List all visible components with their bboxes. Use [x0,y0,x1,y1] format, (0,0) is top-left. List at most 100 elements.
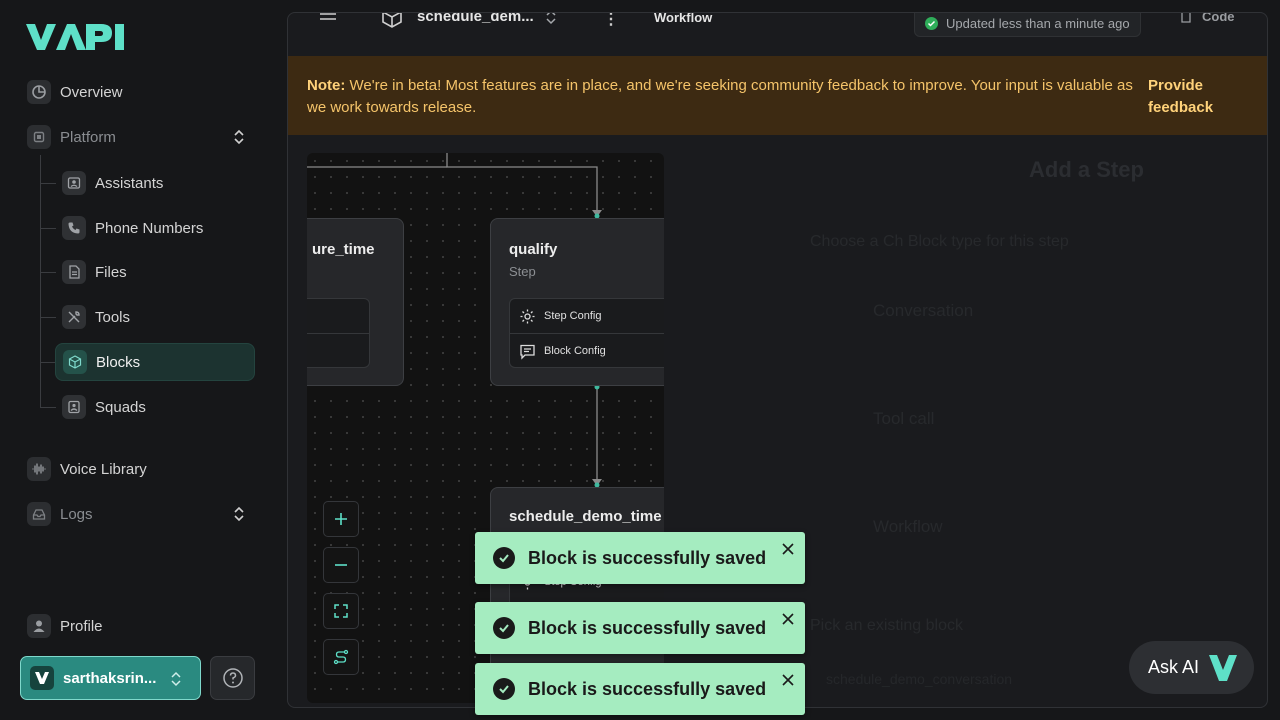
fit-view-button[interactable] [323,593,359,629]
ask-ai-label: Ask AI [1148,657,1200,677]
nav-profile-label: Profile [60,617,103,635]
beta-banner: Note: We're in beta! Most features are i… [288,56,1267,135]
step-config-row[interactable]: Step Config [510,299,664,333]
option-workflow[interactable]: Workflow [873,517,943,537]
tree-line [40,155,41,407]
close-icon[interactable] [782,543,794,555]
node-title: qualify [509,241,558,258]
code-button[interactable]: Code [1179,12,1235,24]
nav-voice-library[interactable]: Voice Library [27,454,147,484]
cube-icon [63,350,87,374]
workflow-tab[interactable]: Workflow [654,13,712,25]
sidebar-item-files[interactable]: Files [62,257,127,287]
tree-branch [40,272,56,273]
step-config-label: Step Config [544,310,602,322]
menu-icon[interactable] [319,12,337,21]
org-name: sarthaksrin... [63,669,157,687]
nav-logs[interactable]: Logs [27,499,93,529]
tree-branch [40,407,56,408]
sidebar-item-label: Blocks [96,353,141,371]
config-box [307,298,370,368]
sidebar-item-phone-numbers[interactable]: Phone Numbers [62,213,203,243]
existing-block-label: Pick an existing block [810,617,963,634]
more-vertical-icon[interactable]: ⋮ [603,13,619,29]
chart-pie-icon [27,80,51,104]
cube-icon [382,13,402,28]
sidebar-item-squads[interactable]: Squads [62,392,146,422]
code-label: Code [1202,12,1235,24]
close-icon[interactable] [782,674,794,686]
block-name[interactable]: schedule_dem... [417,13,534,25]
route-icon [333,649,349,665]
sidebar-item-label: Squads [95,398,146,416]
gear-icon [520,309,535,323]
option-tool-call[interactable]: Tool call [873,409,934,429]
plus-icon [335,513,347,525]
sidebar: Overview Platform Assistants Phone Numbe… [0,0,287,720]
sidebar-item-blocks[interactable]: Blocks [55,343,255,381]
zoom-in-button[interactable] [323,501,359,537]
chip-icon [27,125,51,149]
help-button[interactable] [210,656,255,700]
auto-layout-button[interactable] [323,639,359,675]
check-circle-icon [925,16,938,30]
vapi-mark-icon [30,666,54,690]
add-step-subtitle: Choose a Ch Block type for this step [810,233,1069,250]
save-status-text: Updated less than a minute ago [946,15,1130,31]
provide-feedback-link[interactable]: Provide feedback [1148,75,1228,119]
tree-branch [40,183,56,184]
vapi-mark-icon [1209,654,1238,681]
tree-branch [40,317,56,318]
nav-platform-label: Platform [60,128,116,146]
toast-message: Block is successfully saved [528,547,767,568]
nav-profile[interactable]: Profile [27,611,103,641]
block-config-row[interactable]: Block Config [510,334,664,368]
chevron-updown-icon[interactable] [232,129,246,145]
nav-voice-library-label: Voice Library [60,460,147,478]
help-icon [222,668,243,688]
existing-block-select[interactable]: schedule_demo_conversation [826,671,1012,687]
top-bar: schedule_dem... ⋮ Workflow Updated less … [288,13,1267,56]
file-icon [62,260,86,284]
option-conversation[interactable]: Conversation [873,301,973,321]
success-toast: Block is successfully saved [475,532,805,584]
sidebar-item-label: Assistants [95,174,164,192]
sidebar-item-tools[interactable]: Tools [62,302,130,332]
check-circle-icon [493,617,515,639]
expand-icon [334,604,348,618]
inbox-icon [27,502,51,526]
phone-icon [62,216,86,240]
node-title: schedule_demo_time [509,508,662,525]
minus-icon [335,564,347,566]
user-icon [27,614,51,638]
check-circle-icon [493,678,515,700]
workflow-node-left[interactable]: ure_time [307,218,404,386]
tree-branch [40,228,56,229]
waveform-icon [27,457,51,481]
nav-platform[interactable]: Platform [27,122,116,152]
node-type: Step [509,264,536,279]
sidebar-item-label: Tools [95,308,131,326]
vapi-logo[interactable] [26,22,126,57]
sidebar-item-label: Files [95,263,127,281]
beta-note-label: Note: [307,77,346,94]
sidebar-item-assistants[interactable]: Assistants [62,168,163,198]
nav-overview[interactable]: Overview [27,77,123,107]
sidebar-item-label: Phone Numbers [95,219,204,237]
org-switcher-button[interactable]: sarthaksrin... [20,656,201,700]
chevron-updown-icon[interactable] [232,506,246,522]
code-icon [1181,13,1191,23]
chevron-updown-icon[interactable] [545,12,557,25]
beta-note: Note: We're in beta! Most features are i… [307,75,1142,119]
zoom-out-button[interactable] [323,547,359,583]
ask-ai-button[interactable]: Ask AI [1129,641,1254,694]
toast-message: Block is successfully saved [528,678,767,699]
workflow-node-qualify[interactable]: qualify Step Step Config Block Config [490,218,664,386]
close-icon[interactable] [782,613,794,625]
toast-message: Block is successfully saved [528,617,767,638]
squad-icon [62,395,86,419]
beta-note-text: We're in beta! Most features are in plac… [307,77,1133,116]
add-step-title: Add a Step [1029,157,1144,182]
block-config-label: Block Config [544,345,606,357]
assistant-icon [62,171,86,195]
